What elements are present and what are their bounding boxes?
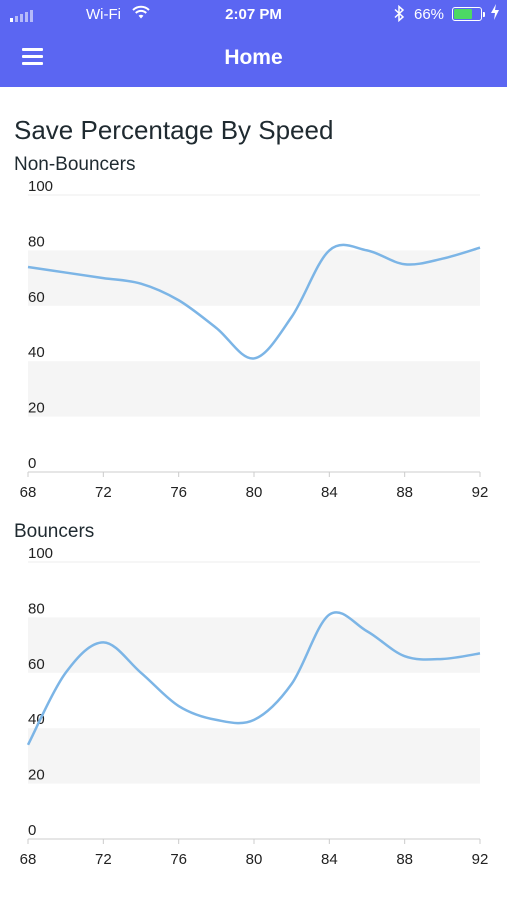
status-bar: Wi-Fi 2:07 PM 66% (0, 0, 507, 30)
y-tick-label: 60 (28, 289, 45, 306)
grid-band (28, 361, 480, 417)
battery-icon (452, 7, 485, 21)
y-tick-label: 100 (28, 178, 53, 195)
x-tick-label: 92 (472, 851, 489, 868)
x-tick-label: 72 (95, 851, 112, 868)
y-tick-label: 80 (28, 233, 45, 250)
x-tick-label: 88 (396, 851, 413, 868)
x-tick-label: 72 (95, 484, 112, 501)
chart-non-bouncers: 0 20 40 60 80 100 68 72 76 80 84 88 92 (20, 178, 489, 501)
x-tick-label: 84 (321, 484, 338, 501)
battery-percent: 66% (414, 6, 445, 23)
nav-title: Home (224, 46, 283, 69)
x-tick-label: 80 (246, 484, 263, 501)
chart-title-non-bouncers: Non-Bouncers (14, 154, 136, 175)
bluetooth-icon (394, 5, 405, 22)
x-tick-label: 76 (170, 484, 187, 501)
y-tick-label: 0 (28, 455, 36, 472)
x-tick-label: 92 (472, 484, 489, 501)
x-tick-label: 68 (20, 484, 37, 501)
page-title: Save Percentage By Speed (14, 115, 334, 145)
y-tick-label: 80 (28, 600, 45, 617)
y-tick-label: 20 (28, 767, 45, 784)
x-tick-label: 84 (321, 851, 338, 868)
chart-title-bouncers: Bouncers (14, 521, 95, 542)
y-tick-label: 20 (28, 400, 45, 417)
y-tick-label: 100 (28, 545, 53, 562)
y-tick-label: 60 (28, 656, 45, 673)
nav-bar: Home (0, 30, 507, 87)
chart-bouncers: 02040608010068 72 76 80 84 88 92 (20, 545, 489, 868)
x-tick-label: 76 (170, 851, 187, 868)
grid-band (28, 728, 480, 784)
y-tick-label: 0 (28, 822, 36, 839)
x-tick-label: 68 (20, 851, 37, 868)
x-tick-label: 80 (246, 851, 263, 868)
x-tick-label: 88 (396, 484, 413, 501)
charging-bolt-icon (491, 4, 499, 20)
y-tick-label: 40 (28, 344, 45, 361)
